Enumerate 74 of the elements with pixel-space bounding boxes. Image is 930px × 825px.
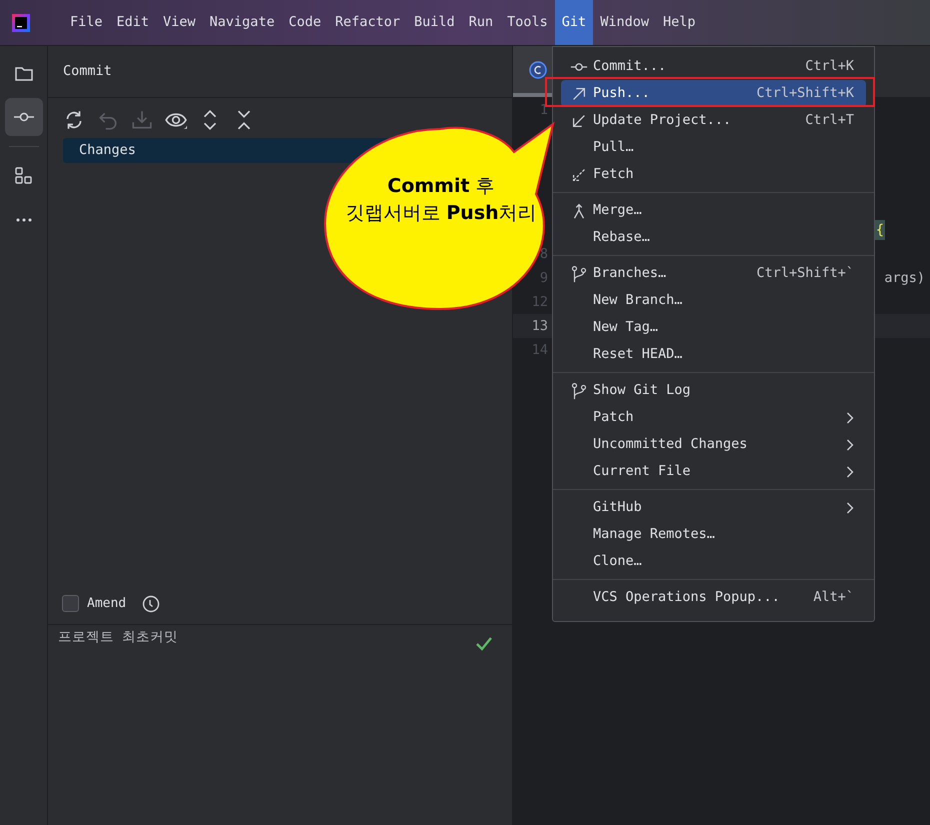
shortcut-label: Ctrl+Shift+` bbox=[756, 264, 854, 284]
branch-icon bbox=[570, 264, 588, 282]
menu-item[interactable]: Tools bbox=[500, 0, 555, 45]
shortcut-label: Ctrl+T bbox=[805, 111, 854, 130]
menu-label: Rebase… bbox=[593, 228, 651, 248]
menu-label: Manage Remotes… bbox=[593, 525, 716, 544]
menu-label: Uncommitted Changes bbox=[593, 435, 748, 454]
menu-item[interactable]: Merge… bbox=[561, 197, 866, 224]
menu-label: Reset HEAD… bbox=[593, 345, 684, 364]
menu-label: Push... bbox=[593, 84, 651, 104]
menu-item[interactable]: Commit... Ctrl+K bbox=[561, 53, 866, 80]
menu-label: Show Git Log bbox=[593, 381, 692, 400]
menu-label: Merge… bbox=[593, 201, 643, 220]
menu-item[interactable]: Navigate bbox=[202, 0, 282, 45]
commit-icon[interactable] bbox=[4, 98, 42, 136]
menu-item[interactable]: Code bbox=[282, 0, 328, 45]
code-text: { bbox=[874, 220, 885, 240]
shortcut-label: Ctrl+Shift+K bbox=[756, 84, 854, 104]
menu-label: Patch bbox=[593, 408, 635, 428]
commit-message-field[interactable]: 프로젝트 최초커밋 bbox=[58, 627, 178, 651]
branch-icon bbox=[570, 382, 588, 400]
menu-item[interactable]: Reset HEAD… bbox=[561, 341, 866, 368]
menu-item[interactable]: Help bbox=[656, 0, 702, 45]
chevron-right-icon bbox=[846, 502, 854, 514]
menu-item[interactable]: Current File bbox=[561, 458, 866, 485]
history-icon[interactable] bbox=[142, 594, 160, 612]
menu-item[interactable]: View bbox=[156, 0, 203, 45]
menu-item[interactable]: Manage Remotes… bbox=[561, 521, 866, 548]
menu-item[interactable]: New Tag… bbox=[561, 314, 866, 341]
menu-item[interactable]: Pull… bbox=[561, 134, 866, 161]
class-icon bbox=[529, 60, 547, 78]
menu-item[interactable]: Refactor bbox=[328, 0, 408, 45]
menu-item[interactable]: New Branch… bbox=[561, 287, 866, 314]
menu-label: New Tag… bbox=[593, 318, 660, 338]
line-number: 13 bbox=[532, 316, 548, 336]
menu-item[interactable]: Show Git Log bbox=[561, 377, 866, 404]
menu-item[interactable]: Rebase… bbox=[561, 224, 866, 251]
menu-item[interactable]: Uncommitted Changes bbox=[561, 431, 866, 458]
menu-label: Commit... bbox=[593, 57, 668, 76]
code-text: args) bbox=[884, 268, 925, 288]
menu-item[interactable]: Edit bbox=[110, 0, 156, 45]
menu-label: New Branch… bbox=[593, 291, 684, 310]
menu-item[interactable]: Patch bbox=[561, 404, 866, 431]
menu-label: Fetch bbox=[593, 165, 635, 184]
menu-item[interactable]: Push... Ctrl+Shift+K bbox=[561, 80, 866, 107]
amend-checkbox[interactable] bbox=[62, 595, 79, 612]
app-logo-icon[interactable] bbox=[12, 14, 30, 32]
callout-text: Commit 후 깃랩서버로 Push처리 bbox=[344, 174, 538, 226]
shortcut-label: Alt+` bbox=[813, 588, 854, 608]
menu-item[interactable]: VCS Operations Popup... Alt+` bbox=[561, 584, 866, 611]
menu-label: GitHub bbox=[593, 498, 643, 518]
menu-item[interactable]: Update Project... Ctrl+T bbox=[561, 107, 866, 134]
check-icon bbox=[476, 637, 492, 651]
menu-item[interactable]: Fetch bbox=[561, 161, 866, 188]
chevron-right-icon bbox=[846, 466, 854, 478]
menu-label: Branches… bbox=[593, 264, 668, 284]
menu-item[interactable]: Run bbox=[462, 0, 500, 45]
menu-label: Pull… bbox=[593, 138, 635, 158]
chevron-right-icon bbox=[846, 438, 854, 450]
menu-item[interactable]: GitHub bbox=[561, 494, 866, 521]
menu-item[interactable]: File bbox=[63, 0, 110, 45]
menu-item[interactable]: Build bbox=[407, 0, 462, 45]
menu-label: Clone… bbox=[593, 552, 643, 572]
panel-title: Commit bbox=[63, 62, 112, 82]
menu-item[interactable]: Window bbox=[593, 0, 656, 45]
menu-label: Current File bbox=[593, 462, 692, 482]
menu-item[interactable]: Branches… Ctrl+Shift+` bbox=[561, 260, 866, 287]
checkbox-label: Amend bbox=[87, 594, 126, 613]
menu-item[interactable]: Clone… bbox=[561, 548, 866, 575]
menu-label: VCS Operations Popup... bbox=[593, 588, 781, 608]
shortcut-label: Ctrl+K bbox=[805, 57, 854, 76]
chevron-right-icon bbox=[846, 412, 854, 424]
menu-label: Update Project... bbox=[593, 111, 732, 130]
menu-item[interactable]: Git bbox=[554, 0, 594, 45]
